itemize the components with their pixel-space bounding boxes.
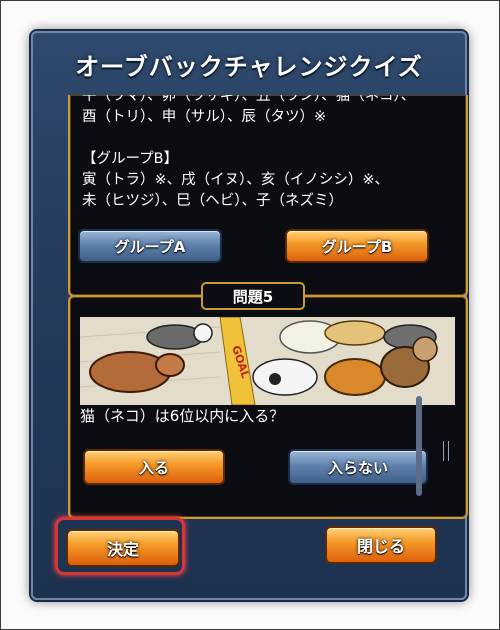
close-button[interactable]: 閉じる [325,526,437,564]
quiz-dialog: オーブバックチャレンジクイズ 午（ウマ）、卯（ウサギ）、丑（ウシ）、猫（ネコ）、… [31,31,468,600]
group-a-button[interactable]: グループA [78,229,222,263]
rules-text: 午（ウマ）、卯（ウサギ）、丑（ウシ）、猫（ネコ）、 酉（トリ）、申（サル）、辰（… [82,95,416,209]
decide-button[interactable]: 決定 [66,529,180,567]
enter-button[interactable]: 入る [83,449,225,485]
race-image: GOAL [80,317,455,405]
scrollbar[interactable] [416,396,422,496]
dialog-title: オーブバックチャレンジクイズ [75,53,423,81]
scroll-grip-icon[interactable] [443,441,449,461]
question-text: 猫（ネコ）は6位以内に入る？ [80,407,285,425]
group-b-button[interactable]: グループB [285,229,429,263]
question-number-tab: 問題5 [201,282,305,310]
screen-frame: オーブバックチャレンジクイズ 午（ウマ）、卯（ウサギ）、丑（ウシ）、猫（ネコ）、… [0,0,500,630]
question-box: GOAL 猫（ネコ）は6位以内に入る？ 入る 入らない [68,295,468,519]
rules-box[interactable]: 午（ウマ）、卯（ウサギ）、丑（ウシ）、猫（ネコ）、 酉（トリ）、申（サル）、辰（… [68,95,468,297]
race-illustration: GOAL [80,317,455,405]
not-enter-button[interactable]: 入らない [288,449,428,485]
